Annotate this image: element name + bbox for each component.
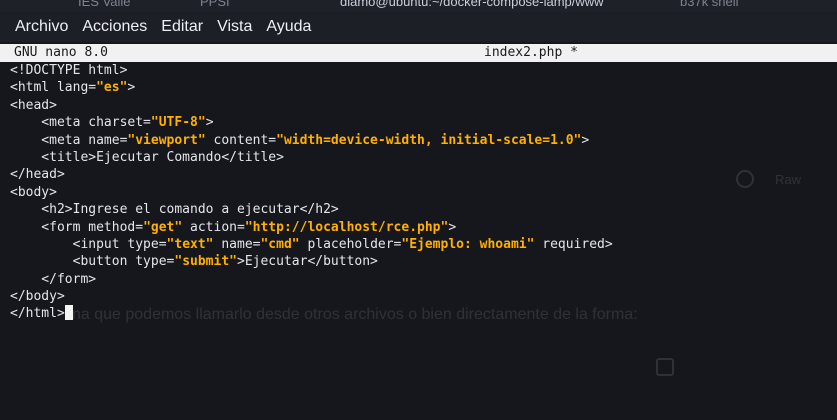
code-line: <title>Ejecutar Comando</title> (10, 149, 830, 166)
code-text: </body> (10, 289, 65, 305)
code-string: "width=device-width, initial-scale=1.0" (276, 132, 582, 148)
code-text: <!DOCTYPE html> (10, 63, 128, 78)
code-text: <meta name= (10, 132, 128, 148)
menu-ayuda[interactable]: Ayuda (259, 18, 318, 36)
code-line: <input type="text" name="cmd" placeholde… (10, 236, 830, 253)
code-line: <button type="submit">Ejecutar</button> (10, 253, 830, 270)
code-string: "cmd" (260, 236, 300, 252)
code-text: <button type= (10, 254, 175, 270)
code-string: "submit" (174, 254, 237, 270)
code-text: > (127, 80, 136, 96)
menu-vista[interactable]: Vista (210, 18, 259, 36)
menu-archivo[interactable]: Archivo (8, 18, 75, 36)
code-string: "get" (143, 219, 183, 235)
background-tab-left: IES Valle (78, 0, 131, 9)
code-text: <head> (10, 97, 57, 113)
menu-acciones[interactable]: Acciones (75, 18, 154, 36)
code-text: <meta charset= (10, 115, 151, 131)
code-line: <head> (10, 97, 830, 114)
code-string: "es" (96, 80, 128, 96)
code-string: "Ejemplo: whoami" (401, 236, 535, 252)
menu-editar[interactable]: Editar (154, 18, 210, 36)
code-string: "text" (166, 236, 214, 252)
background-window-title: diamo@ubuntu:~/docker-compose-lamp/www (340, 0, 604, 9)
code-string: "http://localhost/rce.php" (244, 219, 449, 235)
code-text: </form> (10, 271, 97, 287)
code-text: <html lang= (10, 80, 97, 96)
code-text: required> (534, 236, 613, 252)
terminal-menu-bar: Archivo Acciones Editar Vista Ayuda (0, 12, 837, 42)
code-line: <meta name="viewport" content="width=dev… (10, 132, 830, 149)
background-tab-middle: PPSI (200, 0, 230, 9)
nano-title-bar: GNU nano 8.0 index2.php * (0, 44, 837, 62)
nano-version: GNU nano 8.0 (14, 45, 108, 60)
code-line: <h2>Ingrese el comando a ejecutar</h2> (10, 201, 830, 218)
code-text: <h2>Ingrese el comando a ejecutar</h2> (10, 202, 339, 218)
code-text: <input type= (10, 236, 167, 252)
editor-text-area[interactable]: <!DOCTYPE html> <html lang="es"> <head> <m… (10, 62, 830, 323)
code-text: name= (213, 236, 261, 252)
background-tab-right: b37k shell (680, 0, 739, 9)
code-line: </form> (10, 271, 830, 288)
code-line: <!DOCTYPE html> (10, 62, 830, 79)
code-text: >Ejecutar</button> (237, 254, 378, 270)
code-string: "viewport" (127, 132, 206, 148)
code-line: </head> (10, 166, 830, 183)
background-clipboard-icon (656, 358, 674, 376)
code-string: "UTF-8" (150, 115, 206, 131)
text-cursor (64, 305, 73, 321)
code-text: <form method= (10, 219, 144, 235)
code-line: </html> (10, 305, 830, 322)
code-line: <html lang="es"> (10, 79, 830, 96)
code-text: > (581, 132, 590, 148)
code-text: > (205, 115, 214, 131)
code-text: content= (205, 132, 277, 148)
code-line: <meta charset="UTF-8"> (10, 114, 830, 131)
nano-filename: index2.php * (484, 45, 578, 60)
code-text: <title>Ejecutar Comando</title> (10, 149, 284, 165)
background-tab-strip: IES Valle PPSI diamo@ubuntu:~/docker-com… (0, 0, 837, 12)
code-line: <body> (10, 184, 830, 201)
code-text: <body> (10, 184, 57, 200)
code-line: </body> (10, 288, 830, 305)
code-text: </head> (10, 167, 65, 183)
code-text: action= (182, 219, 245, 235)
code-text: placeholder= (299, 236, 402, 252)
code-text: > (448, 219, 457, 235)
code-line: <form method="get" action="http://localh… (10, 219, 830, 236)
code-text: </html> (10, 306, 65, 322)
